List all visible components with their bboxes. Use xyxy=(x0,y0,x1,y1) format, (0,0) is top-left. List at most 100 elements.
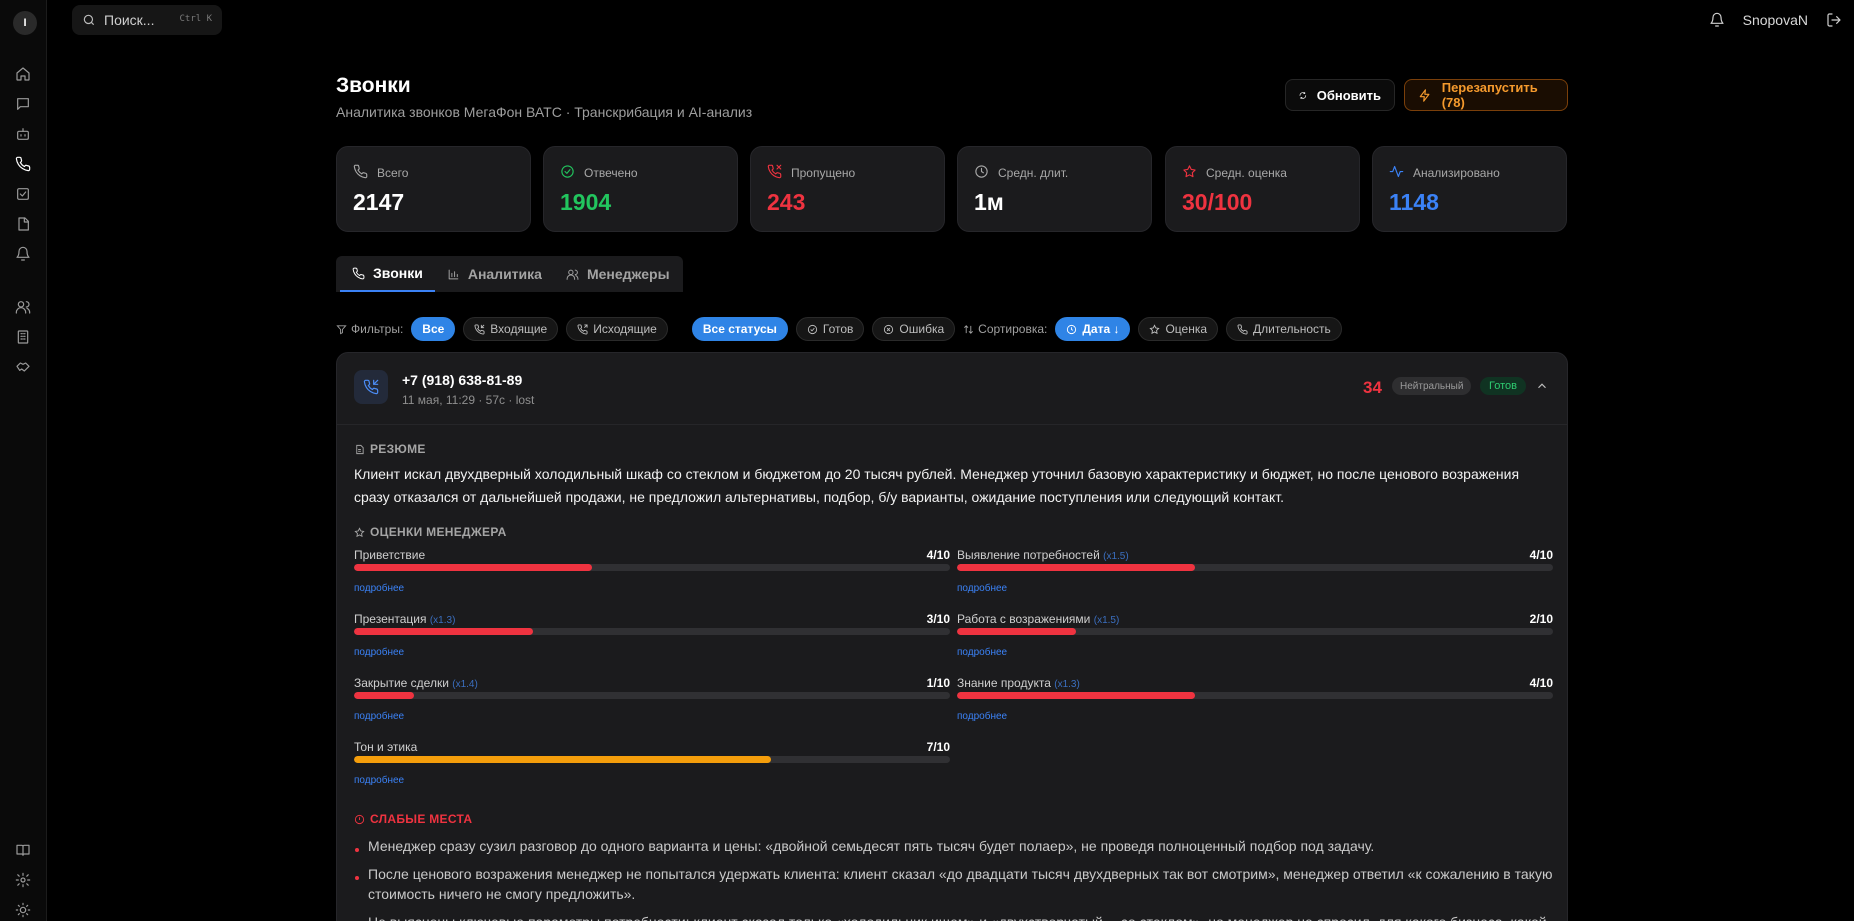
tab-analytics[interactable]: Аналитика xyxy=(435,256,554,292)
call-card-header[interactable]: +7 (918) 638-81-89 11 мая, 11:29 · 57с ·… xyxy=(337,353,1567,425)
stat-value: 243 xyxy=(767,189,806,215)
score-bar-fill xyxy=(354,692,414,699)
stat-label: Средн. оценка xyxy=(1206,166,1287,180)
filter-ready-label: Готов xyxy=(822,322,854,336)
stat-value: 1904 xyxy=(560,189,612,215)
star-icon xyxy=(1149,323,1161,334)
score-value: 2/10 xyxy=(1529,612,1553,626)
tab-managers[interactable]: Менеджеры xyxy=(554,256,682,292)
sort-date[interactable]: Дата ↓ xyxy=(1055,317,1131,341)
phone-outgoing-icon xyxy=(577,323,588,334)
chat-icon[interactable] xyxy=(12,93,34,115)
stat-card-missed: Пропущено 243 xyxy=(750,146,945,232)
tab-calls[interactable]: Звонки xyxy=(340,256,435,292)
sentiment-badge: Нейтральный xyxy=(1392,377,1472,395)
stat-card-analyzed: Анализировано 1148 xyxy=(1372,146,1567,232)
restart-button[interactable]: Перезапустить (78) xyxy=(1404,79,1568,111)
score-bar xyxy=(354,692,950,699)
handshake-icon[interactable] xyxy=(12,356,34,378)
users-icon xyxy=(566,269,579,280)
sort-label: Сортировка: xyxy=(963,322,1047,336)
stat-value: 1148 xyxy=(1389,189,1439,215)
score-name: Приветствие xyxy=(354,548,426,562)
check-circle-icon xyxy=(807,324,817,334)
details-link[interactable]: подробнее xyxy=(957,711,1007,722)
filter-outgoing-label: Исходящие xyxy=(593,322,657,336)
filter-all[interactable]: Все xyxy=(411,317,456,341)
sidebar: I xyxy=(0,0,47,921)
stat-value: 1м xyxy=(974,189,1004,215)
sort-score[interactable]: Оценка xyxy=(1138,317,1219,341)
filter-error[interactable]: Ошибка xyxy=(872,317,956,341)
call-score: 34 xyxy=(1363,378,1382,397)
sun-icon[interactable] xyxy=(12,899,34,921)
details-link[interactable]: подробнее xyxy=(957,647,1007,658)
details-link[interactable]: подробнее xyxy=(354,711,404,722)
score-name: Тон и этика xyxy=(354,740,418,754)
details-link[interactable]: подробнее xyxy=(354,647,404,658)
settings-icon[interactable] xyxy=(12,869,34,891)
tab-label: Звонки xyxy=(373,265,423,281)
home-icon[interactable] xyxy=(12,63,34,85)
username[interactable]: SnopovaN xyxy=(1743,12,1808,28)
document-icon[interactable] xyxy=(12,213,34,235)
score-bar xyxy=(957,692,1553,699)
weak-points-list: Менеджер сразу сузил разговор до одного … xyxy=(354,836,1554,921)
score-name: Работа с возражениями (x1.5) xyxy=(957,612,1120,626)
weak-points-title-text: СЛАБЫЕ МЕСТА xyxy=(370,812,473,826)
stat-label: Средн. длит. xyxy=(998,166,1069,180)
tab-label: Аналитика xyxy=(467,266,542,282)
score-value: 3/10 xyxy=(926,612,950,626)
filters-label: Фильтры: xyxy=(336,322,403,336)
filter-incoming[interactable]: Входящие xyxy=(463,317,559,341)
stat-label: Отвечено xyxy=(584,166,638,180)
filter-ready[interactable]: Готов xyxy=(795,317,865,341)
filter-all-statuses[interactable]: Все статусы xyxy=(691,317,788,341)
star-icon xyxy=(354,526,365,537)
alert-icon xyxy=(354,814,365,824)
clock-icon xyxy=(974,164,990,180)
stat-card-avg-score: Средн. оценка 30/100 xyxy=(1165,146,1360,232)
details-link[interactable]: подробнее xyxy=(354,775,404,786)
details-link[interactable]: подробнее xyxy=(354,583,404,594)
refresh-label: Обновить xyxy=(1316,87,1381,103)
score-bar xyxy=(354,628,950,635)
score-bar xyxy=(354,564,950,571)
checklist-icon[interactable] xyxy=(12,183,34,205)
phone-incoming-icon xyxy=(474,323,485,334)
score-bar-fill xyxy=(354,564,593,571)
sort-score-label: Оценка xyxy=(1165,322,1208,336)
refresh-button[interactable]: Обновить xyxy=(1285,79,1395,111)
details-link[interactable]: подробнее xyxy=(957,583,1007,594)
summary-title: РЕЗЮМЕ xyxy=(354,442,426,456)
bell-icon[interactable] xyxy=(12,243,34,265)
lightning-icon xyxy=(1419,88,1430,102)
search-shortcut: Ctrl K xyxy=(179,14,212,24)
page-subtitle: Аналитика звонков МегаФон ВАТС · Транскр… xyxy=(336,104,753,120)
filter-outgoing[interactable]: Исходящие xyxy=(566,317,668,341)
users-icon[interactable] xyxy=(12,296,34,318)
sort-duration[interactable]: Длительность xyxy=(1226,317,1342,341)
phone-icon[interactable] xyxy=(12,153,34,175)
x-circle-icon xyxy=(884,324,894,334)
score-bar-fill xyxy=(957,692,1196,699)
call-summary: Клиент искал двухдверный холодильный шка… xyxy=(354,466,1520,505)
stat-card-answered: Отвечено 1904 xyxy=(543,146,738,232)
notifications-bell-icon[interactable] xyxy=(1709,12,1725,28)
building-icon[interactable] xyxy=(12,326,34,348)
scores-title-text: ОЦЕНКИ МЕНЕДЖЕРА xyxy=(370,525,507,539)
stat-card-total: Всего 2147 xyxy=(336,146,531,232)
logout-icon[interactable] xyxy=(1826,12,1842,28)
phone-icon xyxy=(353,164,369,180)
sort-date-label: Дата ↓ xyxy=(1082,322,1120,336)
search-input[interactable]: Поиск... Ctrl K xyxy=(72,5,222,35)
star-icon xyxy=(1182,164,1198,180)
score-value: 1/10 xyxy=(926,676,950,690)
filter-icon xyxy=(336,324,347,334)
bot-icon[interactable] xyxy=(12,123,34,145)
filter-error-label: Ошибка xyxy=(899,322,945,336)
chevron-up-icon[interactable] xyxy=(1535,379,1549,393)
app-logo[interactable]: I xyxy=(13,11,37,35)
tab-bar: Звонки Аналитика Менеджеры xyxy=(336,256,683,292)
book-icon[interactable] xyxy=(12,839,34,861)
